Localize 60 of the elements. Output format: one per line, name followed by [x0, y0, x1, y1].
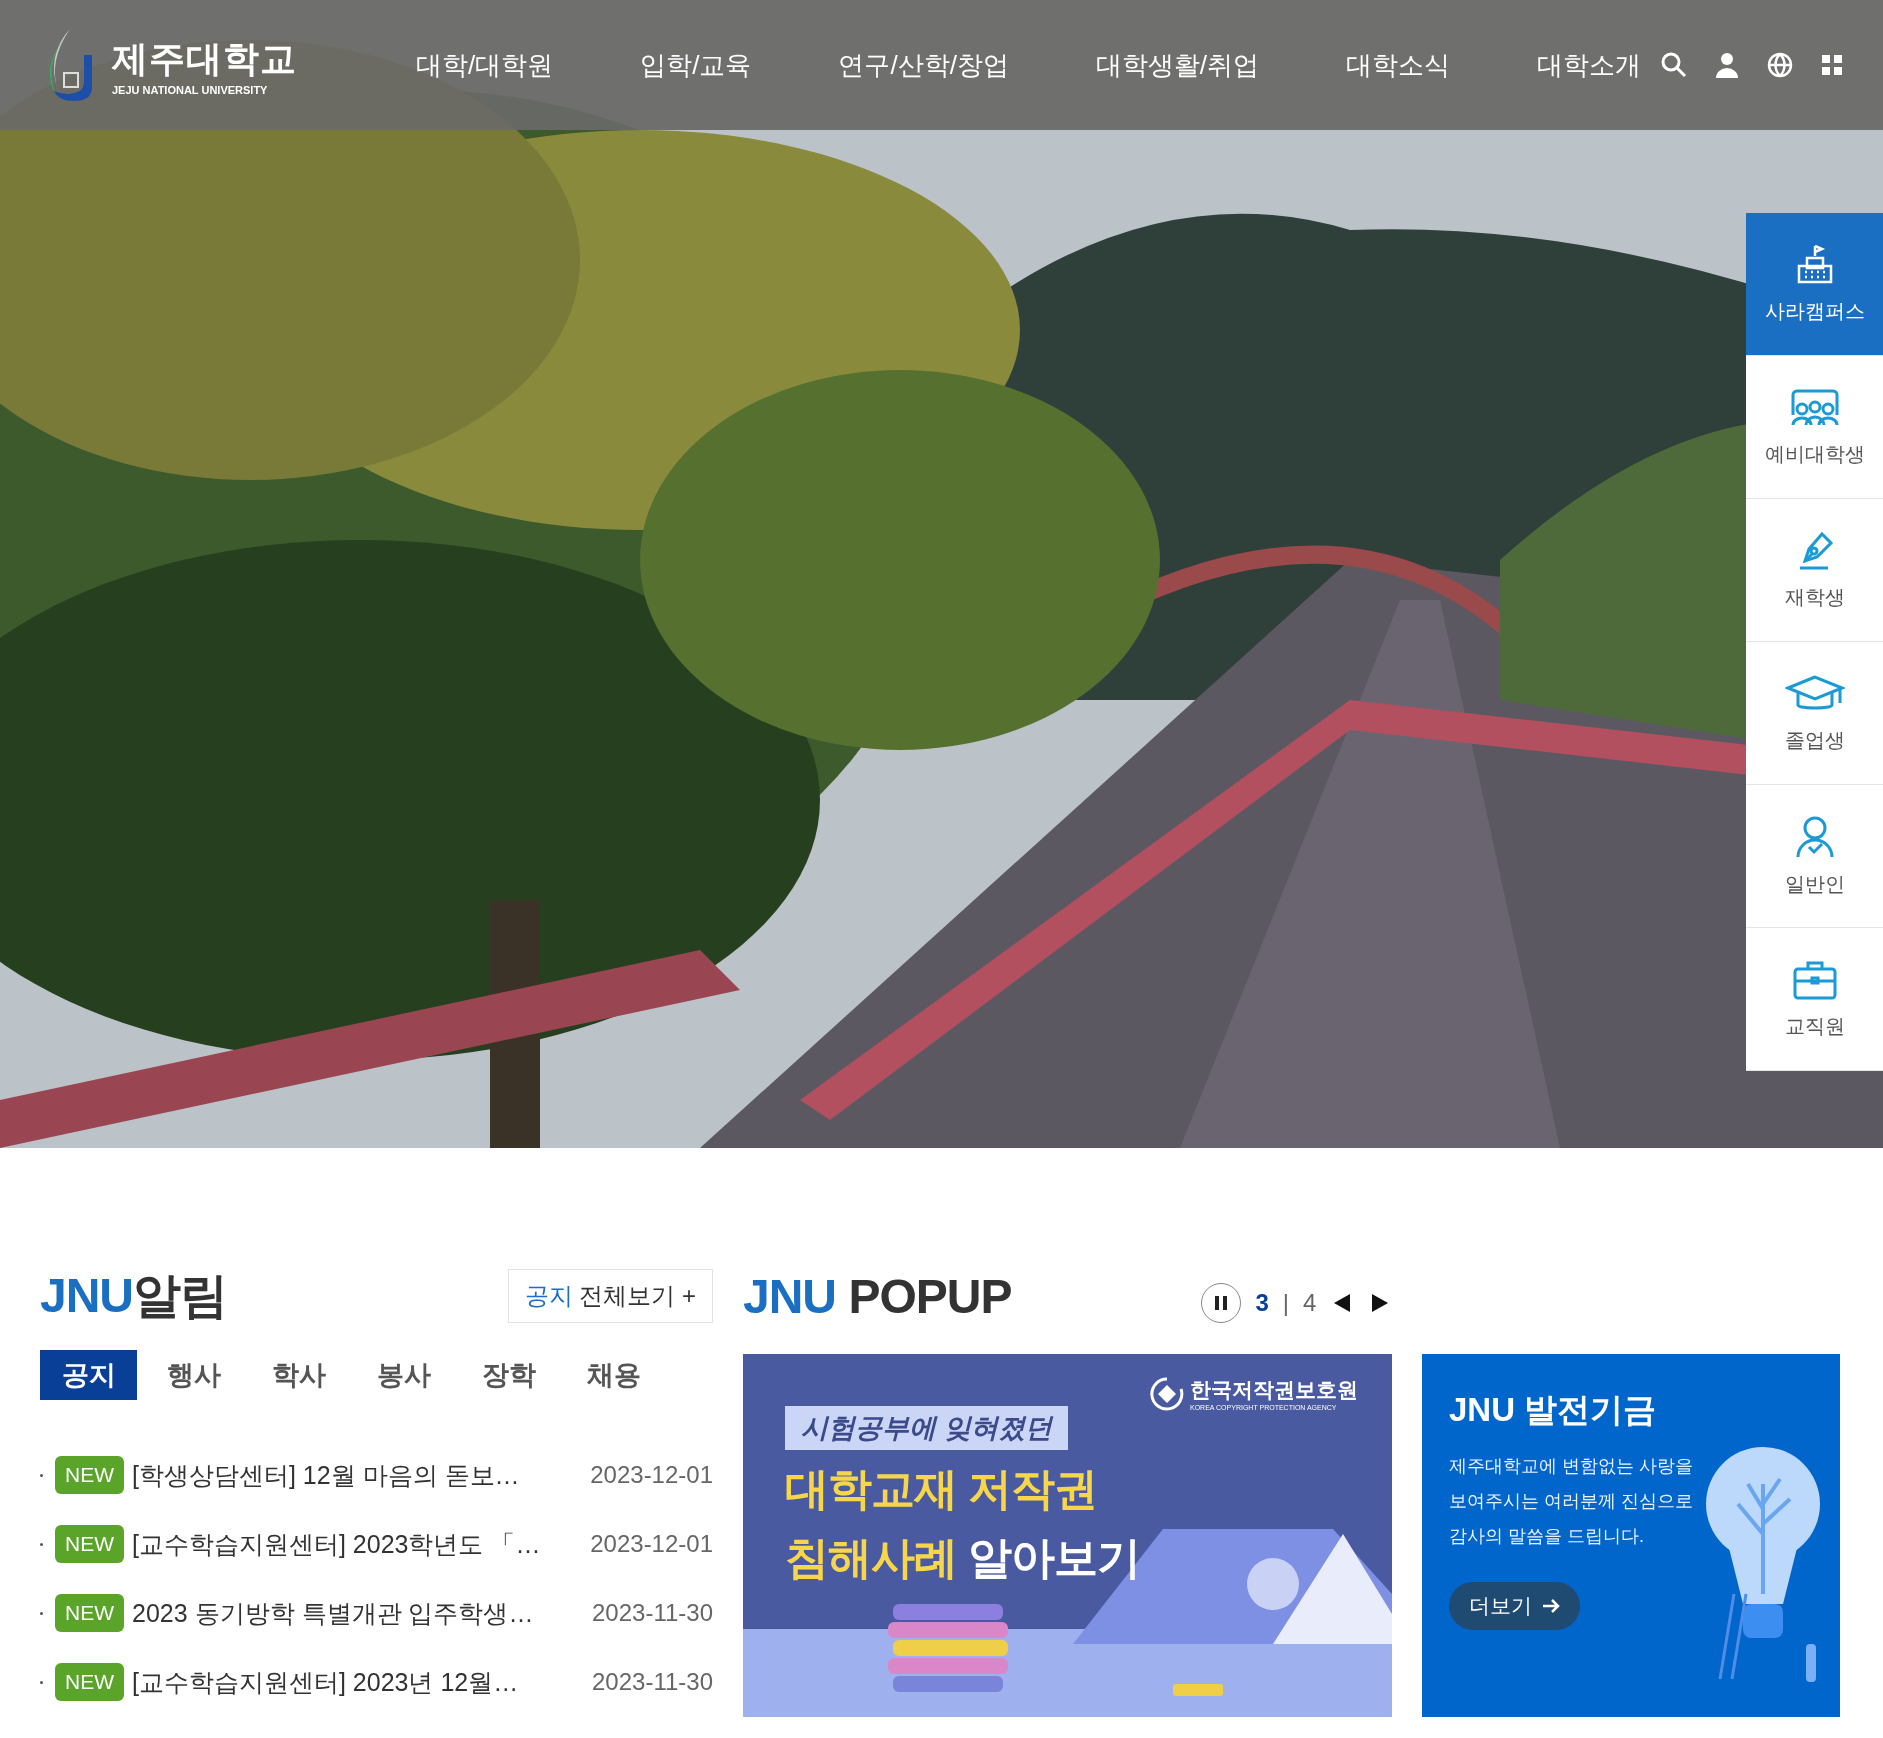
- new-badge: NEW: [55, 1663, 124, 1701]
- banner-title: JNU 발전기금: [1449, 1390, 1658, 1430]
- category-tab[interactable]: 장학: [460, 1350, 557, 1400]
- banner-text: 제주대학교에 변함없는 사랑을 보여주시는 여러분께 진심으로 감사의 말씀을 드립니다.: [1449, 1455, 1694, 1548]
- nav-item[interactable]: 연구/산학/창업: [832, 43, 1015, 87]
- grid-menu-icon[interactable]: [1821, 54, 1843, 76]
- category-tab[interactable]: 채용: [565, 1350, 662, 1400]
- category-tab[interactable]: 공지: [40, 1350, 137, 1400]
- banner-headline: 침해사례 알아보기: [785, 1532, 1142, 1584]
- pause-icon: [1215, 1296, 1228, 1310]
- notice-link[interactable]: [교수학습지원센터] 2023년 12월…: [132, 1665, 584, 1699]
- quick-menu-item[interactable]: 졸업생: [1746, 642, 1883, 785]
- new-badge: NEW: [55, 1594, 124, 1632]
- quick-menu-item[interactable]: 사라캠퍼스: [1746, 213, 1883, 356]
- notice-link[interactable]: [학생상담센터] 12월 마음의 돋보…: [132, 1458, 583, 1492]
- quick-menu-item[interactable]: 재학생: [1746, 499, 1883, 642]
- notice-date: 2023-11-30: [592, 1599, 713, 1627]
- notice-link[interactable]: 2023 동기방학 특별개관 입주학생…: [132, 1596, 584, 1630]
- page-separator: |: [1282, 1289, 1289, 1317]
- notice-date: 2023-12-01: [590, 1530, 713, 1558]
- globe-icon[interactable]: [1767, 52, 1793, 78]
- triangle-left-icon: [1334, 1294, 1351, 1312]
- new-badge: NEW: [55, 1456, 124, 1494]
- nav-item[interactable]: 대학/대학원: [410, 43, 560, 87]
- quick-menu-item[interactable]: 예비대학생: [1746, 356, 1883, 499]
- bullet-dot: [40, 1542, 43, 1546]
- triangle-right-icon: [1372, 1294, 1389, 1312]
- view-all-button[interactable]: 공지 전체보기 +: [507, 1269, 713, 1323]
- logo-subtitle: JEJU NATIONAL UNIVERSITY: [112, 83, 269, 96]
- category-tab[interactable]: 학사: [250, 1350, 347, 1400]
- notice-date: 2023-12-01: [590, 1461, 713, 1489]
- logo-title: 제주대학교: [112, 36, 297, 81]
- bullet-dot: [40, 1611, 43, 1615]
- category-tab[interactable]: 봉사: [355, 1350, 452, 1400]
- pause-button[interactable]: [1201, 1283, 1242, 1323]
- nav-item[interactable]: 입학/교육: [634, 43, 758, 87]
- agency-logo-icon: [1150, 1376, 1184, 1411]
- nav-item[interactable]: 대학소개: [1531, 43, 1647, 87]
- nav-item[interactable]: 대학소식: [1340, 43, 1457, 87]
- nav-item[interactable]: 대학생활/취업: [1089, 43, 1266, 87]
- section-title: JNU알림: [40, 1268, 228, 1324]
- quick-menu-item[interactable]: 일반인: [1746, 785, 1883, 928]
- bullet-dot: [40, 1473, 43, 1477]
- user-icon[interactable]: [1715, 52, 1739, 78]
- quick-menu-item[interactable]: 교직원: [1746, 928, 1883, 1071]
- notice-date: 2023-11-30: [592, 1668, 713, 1696]
- agency-name: 한국저작권보호원: [1190, 1377, 1358, 1403]
- current-page: 3: [1255, 1289, 1269, 1317]
- search-icon[interactable]: [1661, 52, 1687, 78]
- total-pages: 4: [1303, 1289, 1317, 1317]
- banner-headline: 대학교재 저작권: [785, 1463, 1099, 1515]
- bullet-dot: [40, 1680, 43, 1684]
- banner-subtitle: 시험공부에 잊혀졌던: [785, 1406, 1068, 1450]
- new-badge: NEW: [55, 1525, 124, 1563]
- fund-banner[interactable]: JNU 발전기금 제주대학교에 변함없는 사랑을 보여주시는 여러분께 진심으로 감사의 말씀을 드립니다. 더보기: [1422, 1354, 1840, 1717]
- category-tab[interactable]: 행사: [145, 1350, 242, 1400]
- notice-link[interactable]: [교수학습지원센터] 2023학년도 「…: [132, 1527, 583, 1561]
- section-title: JNU POPUP: [743, 1268, 1012, 1324]
- more-button[interactable]: 더보기: [1449, 1582, 1580, 1630]
- arrow-right-icon: [1542, 1598, 1560, 1614]
